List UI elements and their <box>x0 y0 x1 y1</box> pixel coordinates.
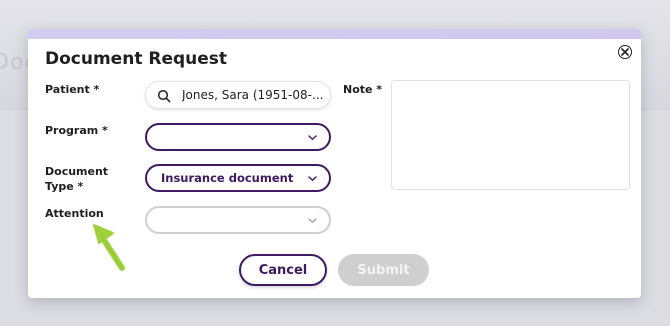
document-type-label: Document Type * <box>45 164 108 194</box>
chevron-down-icon <box>308 135 317 140</box>
search-icon <box>157 89 171 103</box>
cancel-button[interactable]: Cancel <box>239 254 327 286</box>
document-type-select[interactable]: Insurance document <box>145 164 331 192</box>
patient-search-input[interactable]: Jones, Sara (1951-08-... <box>145 81 331 109</box>
attention-select[interactable] <box>145 206 331 234</box>
close-icon[interactable] <box>618 45 632 59</box>
program-label: Program * <box>45 124 108 137</box>
annotation-arrow-icon <box>93 224 125 271</box>
chevron-down-icon <box>308 176 317 181</box>
document-type-value: Insurance document <box>161 171 294 185</box>
document-type-label-line1: Document <box>45 165 109 178</box>
document-type-label-line2: Type * <box>45 180 84 193</box>
patient-label: Patient * <box>45 83 100 96</box>
note-textarea[interactable] <box>391 80 630 190</box>
patient-value: Jones, Sara (1951-08-... <box>182 88 324 102</box>
dialog-title: Document Request <box>45 49 228 69</box>
note-label: Note * <box>343 83 383 96</box>
program-select[interactable] <box>145 123 331 151</box>
document-request-dialog: Document Request Patient * Jones, Sara (… <box>28 29 641 298</box>
chevron-down-icon <box>308 218 317 223</box>
dialog-header-bar <box>28 29 641 39</box>
submit-button[interactable]: Submit <box>338 254 429 286</box>
